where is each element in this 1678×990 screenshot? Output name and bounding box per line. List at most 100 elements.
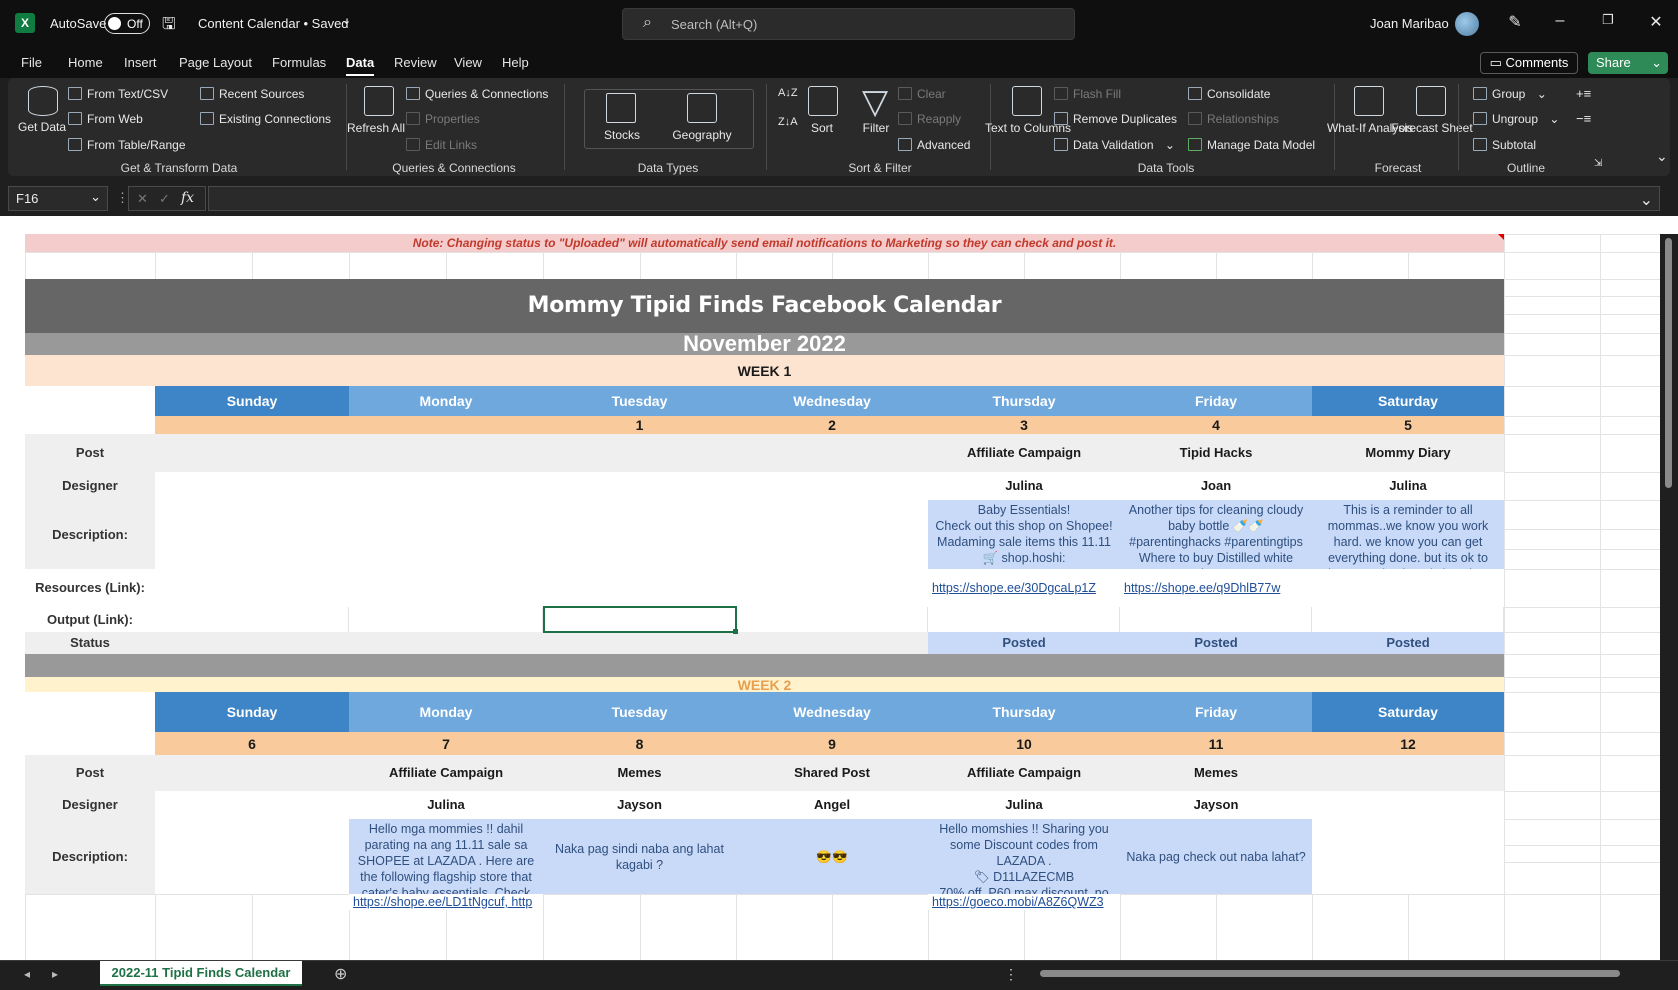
resource-link[interactable]: https://shope.ee/30DgcaLp1Z <box>932 580 1096 596</box>
description-cell[interactable]: Hello momshies !! Sharing you some Disco… <box>928 819 1120 894</box>
tab-file[interactable]: File <box>21 55 42 70</box>
sheet-tab[interactable]: 2022-11 Tipid Finds Calendar <box>100 961 302 986</box>
formula-input[interactable]: ⌄ <box>208 186 1660 211</box>
insert-function-icon[interactable]: fx <box>181 190 194 206</box>
resource-link-cell[interactable]: https://goeco.mobi/A8Z6QWZ3 <box>928 894 1120 910</box>
fill-handle[interactable] <box>733 629 738 634</box>
group-button[interactable]: Group ⌄ <box>1473 87 1547 101</box>
sort-za-icon[interactable]: Z↓A <box>778 116 798 128</box>
status-cell[interactable]: Posted <box>1312 632 1504 654</box>
resource-link[interactable]: https://shope.ee/LD1tNgcuf, http <box>353 894 532 910</box>
share-button[interactable]: Share ⌄ <box>1588 52 1668 74</box>
avatar[interactable] <box>1455 12 1479 36</box>
status-cell[interactable] <box>349 632 543 654</box>
description-cell[interactable] <box>543 500 736 569</box>
output-link-cell[interactable] <box>349 607 543 632</box>
chevron-down-icon[interactable]: ⌄ <box>1537 87 1547 101</box>
resource-link-cell[interactable]: https://shope.ee/30DgcaLp1Z <box>928 569 1120 607</box>
description-cell[interactable] <box>1312 819 1504 894</box>
worksheet-grid[interactable]: Note: Changing status to "Uploaded" will… <box>0 216 1678 960</box>
tab-data[interactable]: Data <box>346 55 375 76</box>
sort-button[interactable]: Sort <box>811 121 833 136</box>
output-link-cell[interactable] <box>1120 607 1312 632</box>
post-type-cell[interactable] <box>543 434 736 472</box>
designer-cell[interactable]: Jayson <box>1120 791 1312 819</box>
sort-az-icon[interactable]: A↓Z <box>778 87 798 99</box>
designer-cell[interactable]: Julina <box>1312 472 1504 500</box>
geography-button[interactable]: Geography <box>672 128 731 143</box>
output-link-cell[interactable] <box>736 607 928 632</box>
document-title[interactable]: Content Calendar • Saved <box>198 16 349 31</box>
description-cell[interactable]: Naka pag check out naba lahat? <box>1120 819 1312 894</box>
tab-home[interactable]: Home <box>68 55 103 70</box>
designer-cell[interactable]: Julina <box>928 472 1120 500</box>
flash-fill-button[interactable]: Flash Fill <box>1054 87 1121 101</box>
description-cell[interactable]: Naka pag sindi naba ang lahat kagabi ? <box>543 819 736 894</box>
tab-formulas[interactable]: Formulas <box>272 55 326 70</box>
chevron-down-icon[interactable]: ⌄ <box>342 14 351 27</box>
existing-connections-button[interactable]: Existing Connections <box>200 112 331 126</box>
chevron-down-icon[interactable]: ⌄ <box>1549 112 1559 126</box>
scroll-left-icon[interactable]: ◂ <box>24 967 30 981</box>
designer-cell[interactable]: Julina <box>349 791 543 819</box>
scroll-right-icon[interactable]: ▸ <box>52 967 58 981</box>
show-detail-icon[interactable]: +≡ <box>1576 86 1591 101</box>
save-icon[interactable]: 🖫 <box>162 13 176 40</box>
user-name[interactable]: Joan Maribao <box>1370 16 1449 31</box>
post-type-cell[interactable]: Affiliate Campaign <box>349 755 543 791</box>
resource-link-cell[interactable] <box>543 569 736 607</box>
collapse-ribbon-icon[interactable]: ⌄ <box>1656 148 1668 165</box>
post-type-cell[interactable]: Affiliate Campaign <box>928 755 1120 791</box>
horizontal-scrollbar[interactable] <box>1030 967 1650 979</box>
autosave-toggle[interactable]: Off <box>104 13 150 34</box>
description-cell[interactable] <box>736 500 928 569</box>
post-type-cell[interactable] <box>349 434 543 472</box>
resource-link-cell[interactable] <box>349 569 543 607</box>
close-button[interactable]: ✕ <box>1641 12 1671 32</box>
post-type-cell[interactable]: Shared Post <box>736 755 928 791</box>
filter-button[interactable]: Filter <box>863 121 890 136</box>
ungroup-button[interactable]: Ungroup ⌄ <box>1473 112 1559 126</box>
resource-link-cell[interactable] <box>155 569 349 607</box>
description-cell[interactable] <box>155 500 349 569</box>
search-box[interactable]: ⌕ Search (Alt+Q) <box>622 8 1075 40</box>
clear-button[interactable]: Clear <box>898 87 946 101</box>
designer-cell[interactable]: Angel <box>736 791 928 819</box>
description-cell[interactable]: This is a reminder to all mommas..we kno… <box>1312 500 1504 569</box>
designer-cell[interactable] <box>349 472 543 500</box>
comments-button[interactable]: ▭ Comments <box>1480 52 1578 74</box>
vertical-scrollbar[interactable] <box>1660 234 1678 960</box>
designer-cell[interactable] <box>543 472 736 500</box>
forecast-sheet-button[interactable]: Forecast Sheet <box>1391 121 1472 136</box>
add-sheet-icon[interactable]: ⊕ <box>334 964 347 984</box>
output-link-cell[interactable] <box>1312 607 1504 632</box>
description-cell[interactable]: Another tips for cleaning cloudy baby bo… <box>1120 500 1312 569</box>
pen-icon[interactable]: ✎ <box>1500 12 1530 32</box>
status-cell[interactable] <box>155 632 349 654</box>
designer-cell[interactable]: Jayson <box>543 791 736 819</box>
description-cell[interactable]: 😎😎 <box>736 819 928 894</box>
minimize-button[interactable]: – <box>1545 12 1575 30</box>
name-box[interactable]: F16 ⌄ <box>8 186 108 211</box>
post-type-cell[interactable] <box>155 434 349 472</box>
resource-link-cell[interactable]: https://shope.ee/q9DhlB77w <box>1120 569 1312 607</box>
recent-sources-button[interactable]: Recent Sources <box>200 87 304 101</box>
description-cell[interactable]: Hello mga mommies !! dahil parating na a… <box>349 819 543 894</box>
advanced-button[interactable]: Advanced <box>898 138 970 152</box>
hide-detail-icon[interactable]: −≡ <box>1576 111 1591 126</box>
designer-cell[interactable]: Joan <box>1120 472 1312 500</box>
output-link-cell[interactable] <box>928 607 1120 632</box>
cancel-icon[interactable]: ✕ <box>137 191 148 207</box>
expand-formula-icon[interactable]: ⌄ <box>1640 190 1653 210</box>
output-link-cell[interactable] <box>155 607 349 632</box>
subtotal-button[interactable]: Subtotal <box>1473 138 1536 152</box>
reapply-button[interactable]: Reapply <box>898 112 961 126</box>
tab-page-layout[interactable]: Page Layout <box>179 55 252 70</box>
description-cell[interactable]: Baby Essentials! Check out this shop on … <box>928 500 1120 569</box>
tab-splitter-icon[interactable]: ⋮ <box>1004 966 1018 983</box>
designer-cell[interactable] <box>155 791 349 819</box>
scroll-thumb[interactable] <box>1665 238 1672 488</box>
dialog-launcher-icon[interactable]: ⇲ <box>1594 158 1602 169</box>
scroll-thumb[interactable] <box>1040 970 1620 977</box>
tab-review[interactable]: Review <box>394 55 437 70</box>
